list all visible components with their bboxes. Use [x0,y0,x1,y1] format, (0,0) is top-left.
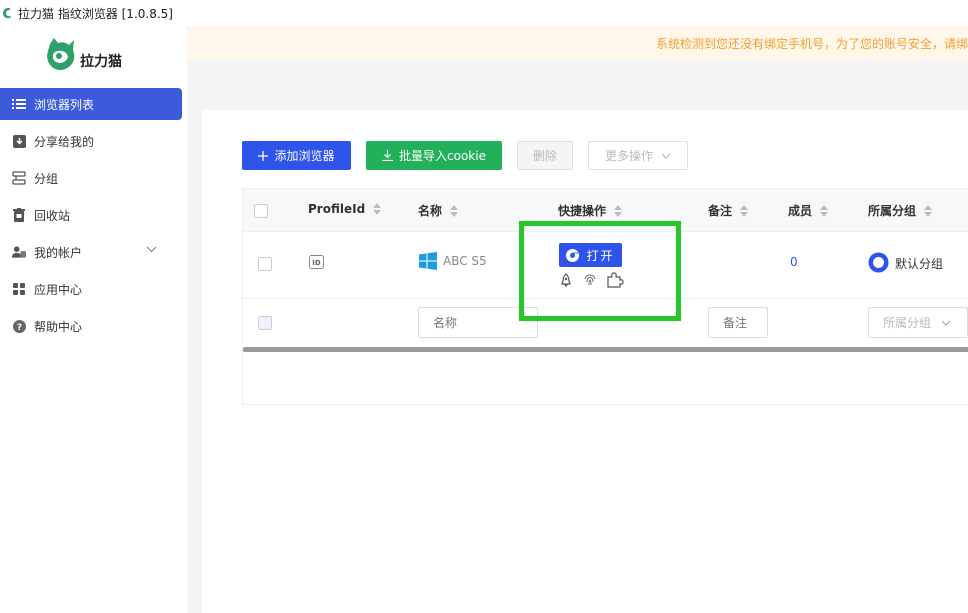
rocket-icon[interactable] [559,273,573,287]
sidebar: 拉力猫 浏览器列表 分享给我的 分组 回收站 我的帐户 应用中心 ? 帮助中心 [0,26,187,613]
filter-checkbox[interactable] [258,316,272,330]
sidebar-item-label: 应用中心 [34,282,83,297]
app-logo-icon [3,7,11,19]
column-header-members[interactable]: 成员 [788,202,829,219]
name-filter-input[interactable] [418,307,538,338]
brand-name: 拉力猫 [80,54,122,70]
table-header: ProfileId 名称 快捷操作 备注 成员 所属分组 [243,189,968,232]
sort-icon[interactable] [924,204,933,217]
group-name: 默认分组 [895,257,944,271]
open-browser-button[interactable]: 打开 [559,243,622,267]
sidebar-item-label: 分组 [34,171,59,186]
sort-icon[interactable] [373,203,382,215]
help-circle-icon: ? [12,319,26,333]
group-icon [12,171,26,185]
member-count[interactable]: 0 [790,255,798,269]
chevron-down-icon[interactable] [146,246,157,253]
column-header-name[interactable]: 名称 [418,202,459,219]
window-titlebar: 拉力猫 指纹浏览器 [1.0.8.5] [0,0,968,26]
apps-grid-icon [12,282,26,296]
horizontal-scrollbar[interactable] [243,347,968,352]
add-browser-button[interactable]: 添加浏览器 [242,141,351,170]
sidebar-item-label: 回收站 [34,208,71,223]
trash-icon [12,208,26,222]
windows-icon [419,252,437,270]
download-icon [382,150,394,161]
column-header-profileid[interactable]: ProfileId [308,202,382,216]
sort-icon[interactable] [450,204,459,217]
download-box-icon [12,134,26,148]
chevron-down-icon [661,153,671,159]
sidebar-item-app-center[interactable]: 应用中心 [0,273,187,305]
svg-text:ID: ID [312,259,321,267]
window-title: 拉力猫 指纹浏览器 [1.0.8.5] [18,6,173,21]
column-header-quick-actions[interactable]: 快捷操作 [558,202,623,219]
notice-text: 系统检测到您还没有绑定手机号，为了您的账号安全，请绑 [655,36,968,51]
browser-list-panel: 添加浏览器 批量导入cookie 删除 更多操作 ProfileId 名称 快捷… [202,110,968,613]
table-row[interactable]: ID ABC S5 打开 0 默认分组 [243,233,968,299]
sidebar-nav: 浏览器列表 分享给我的 分组 回收站 我的帐户 应用中心 ? 帮助中心 [0,88,187,347]
group-badge-icon [868,252,889,273]
brand-logo: 拉力猫 [44,36,122,72]
profile-name: ABC S5 [443,254,487,268]
sidebar-item-browser-list[interactable]: 浏览器列表 [0,88,182,120]
note-filter-input[interactable] [708,307,768,338]
batch-import-cookie-button[interactable]: 批量导入cookie [366,141,502,170]
sidebar-item-label: 帮助中心 [34,319,83,334]
sort-icon[interactable] [614,204,623,217]
sidebar-item-my-account[interactable]: 我的帐户 [0,236,187,268]
sidebar-item-help-center[interactable]: ? 帮助中心 [0,310,187,342]
sidebar-item-label: 浏览器列表 [34,97,95,112]
sidebar-item-groups[interactable]: 分组 [0,162,187,194]
sort-icon[interactable] [740,204,749,217]
user-group-icon [12,245,26,259]
table-filter-row: 所属分组 [243,300,968,348]
row-checkbox[interactable] [258,257,272,271]
sort-icon[interactable] [820,204,829,217]
id-badge-icon[interactable]: ID [309,255,324,269]
sidebar-item-label: 分享给我的 [34,134,95,149]
select-all-checkbox[interactable] [254,204,268,218]
sidebar-item-label: 我的帐户 [34,245,83,260]
more-actions-dropdown[interactable]: 更多操作 [588,141,688,170]
list-icon [12,97,26,111]
chevron-down-icon [941,320,951,326]
browser-table: ProfileId 名称 快捷操作 备注 成员 所属分组 ID ABC S5 打… [242,188,968,405]
column-header-group[interactable]: 所属分组 [868,202,933,219]
delete-button[interactable]: 删除 [517,141,573,170]
fingerprint-icon[interactable] [583,273,597,287]
group-filter-select[interactable]: 所属分组 [868,307,968,338]
phone-binding-notice[interactable]: 系统检测到您还没有绑定手机号，为了您的账号安全，请绑 [187,26,968,60]
cat-logo-icon [47,38,75,70]
column-header-note[interactable]: 备注 [708,202,749,219]
sidebar-item-recycle-bin[interactable]: 回收站 [0,199,187,231]
svg-text:?: ? [16,323,21,333]
chrome-icon [566,248,580,262]
sidebar-item-shared-with-me[interactable]: 分享给我的 [0,125,187,157]
plus-icon [258,150,269,161]
puzzle-extension-icon[interactable] [606,271,624,288]
